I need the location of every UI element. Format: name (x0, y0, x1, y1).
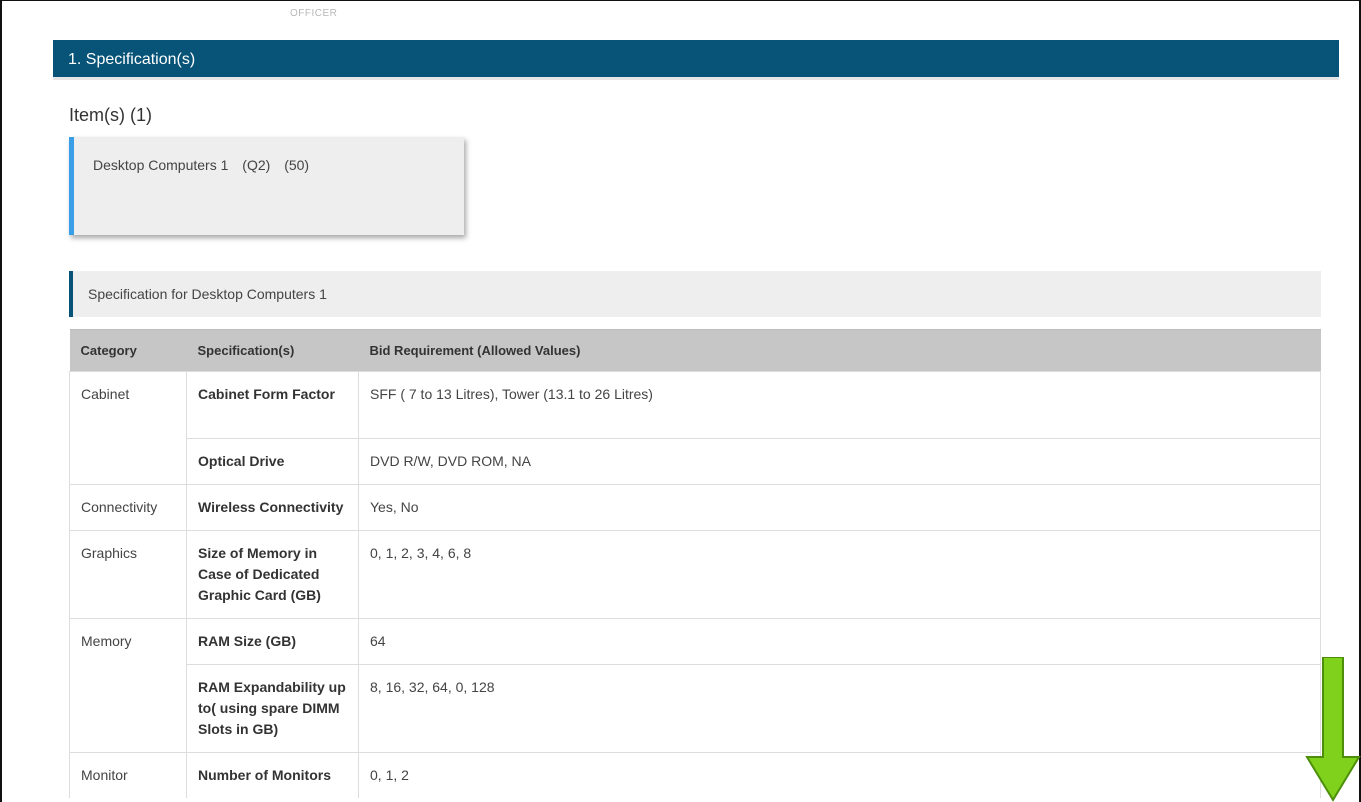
table-row: Monitor Number of Monitors 0, 1, 2 (69, 752, 1321, 798)
items-title: Item(s) (1) (69, 105, 152, 125)
frame-left-border (0, 0, 2, 802)
spec-value-cell: DVD R/W, DVD ROM, NA (358, 438, 1321, 485)
table-row: Memory RAM Size (GB) 64 (69, 618, 1321, 753)
spec-value-cell: Yes, No (358, 484, 1321, 531)
column-header-bid-requirement: Bid Requirement (Allowed Values) (358, 329, 1321, 372)
spec-name-cell: RAM Expandability up to( using spare DIM… (186, 664, 359, 753)
table-row: Optical Drive DVD R/W, DVD ROM, NA (70, 438, 1321, 485)
spec-value-cell: 64 (358, 618, 1321, 665)
spec-value-cell: 0, 1, 2 (358, 752, 1321, 798)
spec-value-cell: SFF ( 7 to 13 Litres), Tower (13.1 to 26… (358, 371, 1321, 439)
spec-name-cell: Optical Drive (186, 438, 359, 485)
item-card-desktop-computers[interactable]: Desktop Computers 1 (Q2) (50) (69, 137, 464, 235)
spec-name-cell: Size of Memory in Case of Dedicated Grap… (186, 530, 359, 619)
spec-value-cell: 8, 16, 32, 64, 0, 128 (358, 664, 1321, 753)
category-cell: Monitor (69, 752, 187, 798)
item-quantity: (50) (284, 157, 310, 173)
column-header-category: Category (69, 329, 187, 372)
category-cell: Cabinet (69, 371, 187, 485)
category-cell: Connectivity (69, 484, 187, 531)
arrow-down-icon[interactable] (1305, 657, 1361, 802)
table-header-row: Category Specification(s) Bid Requiremen… (69, 329, 1321, 372)
spec-name-cell: Number of Monitors (186, 752, 359, 798)
officer-label: OFFICER (290, 8, 338, 19)
table-row: Connectivity Wireless Connectivity Yes, … (69, 484, 1321, 531)
item-name: Desktop Computers 1 (93, 157, 229, 173)
section-header-specifications: 1. Specification(s) (53, 40, 1339, 80)
table-row: Cabinet Cabinet Form Factor SFF ( 7 to 1… (69, 371, 1321, 485)
table-row: Graphics Size of Memory in Case of Dedic… (69, 530, 1321, 619)
item-code: (Q2) (242, 157, 271, 173)
spec-name-cell: Wireless Connectivity (186, 484, 359, 531)
spec-name-cell: Cabinet Form Factor (186, 371, 359, 439)
frame-top-border (0, 0, 1361, 1)
category-cell: Memory (69, 618, 187, 753)
category-cell: Graphics (69, 530, 187, 619)
specification-panel-label: Specification for Desktop Computers 1 (69, 271, 1321, 317)
spec-value-cell: 0, 1, 2, 3, 4, 6, 8 (358, 530, 1321, 619)
table-row: RAM Expandability up to( using spare DIM… (70, 664, 1321, 753)
specification-table: Category Specification(s) Bid Requiremen… (69, 329, 1321, 798)
spec-name-cell: RAM Size (GB) (186, 618, 359, 665)
column-header-specification: Specification(s) (186, 329, 359, 372)
